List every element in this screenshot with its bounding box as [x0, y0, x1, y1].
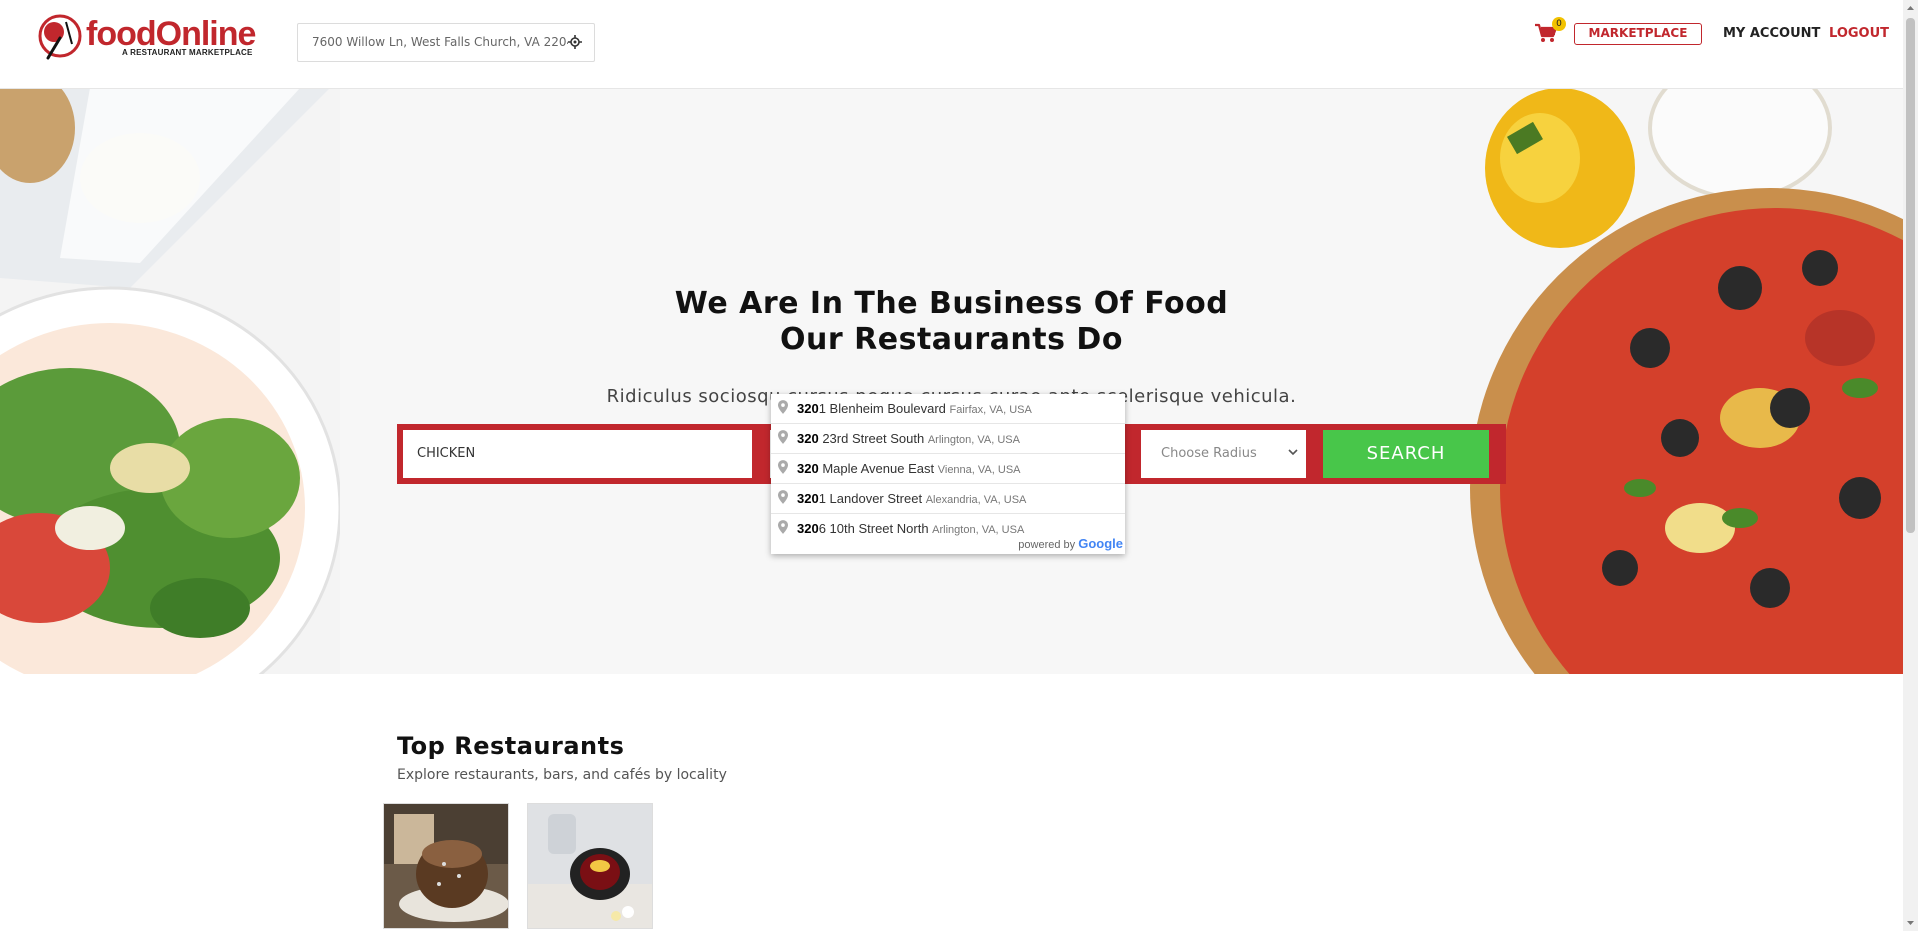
google-logo: Google [1078, 536, 1123, 551]
autocomplete-item[interactable]: 3201 Landover Street Alexandria, VA, USA [771, 484, 1125, 514]
scroll-down-icon[interactable] [1906, 918, 1915, 928]
logo-mark-icon [38, 14, 82, 60]
keyword-input[interactable]: CHICKEN [403, 430, 752, 478]
top-restaurants-title: Top Restaurants [397, 732, 625, 760]
autocomplete-secondary-text: Arlington, VA, USA [927, 434, 1020, 446]
map-pin-icon [778, 460, 788, 474]
logout-link[interactable]: LOGOUT [1829, 26, 1889, 41]
logo-tagline: A RESTAURANT MARKETPLACE [122, 48, 253, 57]
powered-by-label: powered by [1018, 539, 1076, 551]
autocomplete-item[interactable]: 320 Maple Avenue East Vienna, VA, USA [771, 454, 1125, 484]
autocomplete-match: 320 [797, 461, 819, 476]
cart-count-badge: 0 [1552, 17, 1566, 31]
header-location-input[interactable]: 7600 Willow Ln, West Falls Church, VA 22… [312, 35, 568, 49]
scroll-up-icon[interactable] [1906, 3, 1915, 13]
autocomplete-match: 320 [797, 431, 819, 446]
map-pin-icon [778, 520, 788, 534]
pizza-image [1440, 88, 1903, 674]
hero-title: We Are In The Business Of Food Our Resta… [0, 286, 1903, 358]
chevron-down-icon [1288, 449, 1298, 456]
logo[interactable]: foodOnline A RESTAURANT MARKETPLACE [36, 14, 256, 62]
autocomplete-main-text: 6 10th Street North [818, 521, 929, 536]
autocomplete-secondary-text: Alexandria, VA, USA [925, 494, 1027, 506]
autocomplete-main-text: 1 Landover Street [818, 491, 923, 506]
radius-select[interactable]: Choose Radius [1141, 430, 1306, 478]
map-pin-icon [778, 430, 788, 444]
autocomplete-match: 320 [797, 521, 819, 536]
powered-by-google: powered by Google [1018, 536, 1123, 551]
autocomplete-secondary-text: Fairfax, VA, USA [949, 404, 1032, 416]
site-header: foodOnline A RESTAURANT MARKETPLACE 7600… [0, 0, 1903, 89]
autocomplete-item[interactable]: 3201 Blenheim Boulevard Fairfax, VA, USA [771, 394, 1125, 424]
autocomplete-main-text: 23rd Street South [818, 431, 925, 446]
restaurant-thumbnail[interactable] [527, 803, 653, 929]
crosshair-icon[interactable] [568, 35, 582, 49]
hero-title-line-1: We Are In The Business Of Food [674, 286, 1229, 321]
top-restaurants-subtitle: Explore restaurants, bars, and cafés by … [397, 767, 727, 783]
hero-banner: We Are In The Business Of Food Our Resta… [0, 88, 1903, 674]
restaurant-thumbnail[interactable] [383, 803, 509, 929]
salad-plate-image [0, 88, 340, 674]
autocomplete-secondary-text: Arlington, VA, USA [932, 524, 1025, 536]
autocomplete-match: 320 [797, 401, 819, 416]
map-pin-icon [778, 400, 788, 414]
map-pin-icon [778, 490, 788, 504]
marketplace-button[interactable]: MARKETPLACE [1574, 23, 1702, 45]
my-account-link[interactable]: MY ACCOUNT [1723, 26, 1820, 41]
radius-select-value: Choose Radius [1161, 446, 1257, 461]
header-location-field[interactable]: 7600 Willow Ln, West Falls Church, VA 22… [297, 23, 595, 62]
scrollbar-thumb[interactable] [1906, 18, 1915, 533]
cake-image [384, 804, 508, 928]
address-autocomplete-dropdown: 3201 Blenheim Boulevard Fairfax, VA, USA… [771, 394, 1125, 554]
autocomplete-main-text: 1 Blenheim Boulevard [818, 401, 946, 416]
tea-cup-image [528, 804, 652, 928]
hero-title-line-2: Our Restaurants Do [780, 322, 1123, 357]
autocomplete-item[interactable]: 320 23rd Street South Arlington, VA, USA [771, 424, 1125, 454]
search-button[interactable]: SEARCH [1323, 430, 1489, 478]
autocomplete-secondary-text: Vienna, VA, USA [937, 464, 1021, 476]
autocomplete-main-text: Maple Avenue East [818, 461, 935, 476]
autocomplete-match: 320 [797, 491, 819, 506]
